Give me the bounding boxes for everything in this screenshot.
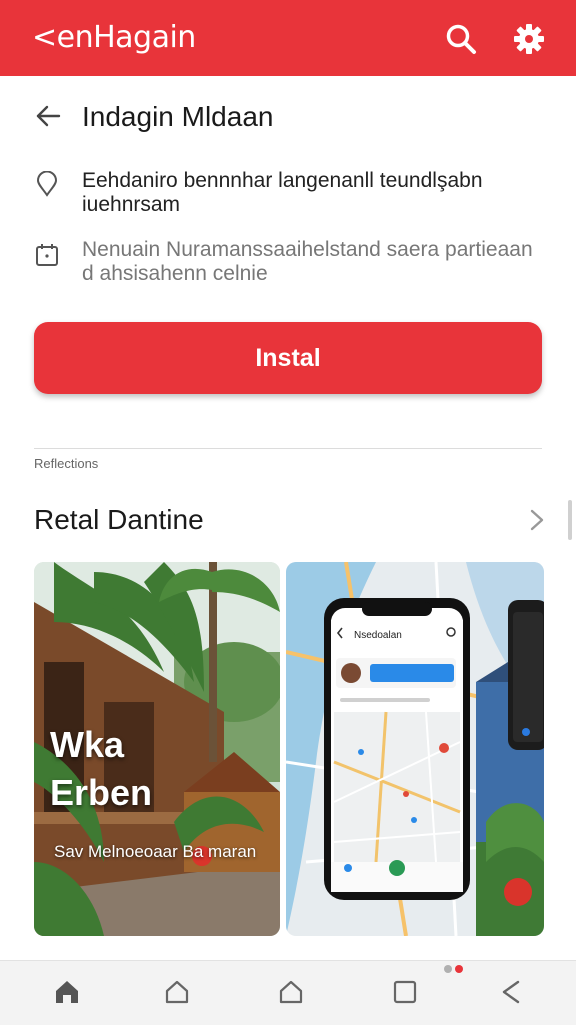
phone-header-text: Nsedoalan	[354, 630, 402, 641]
calendar-line-2: d ahsisahenn celnie	[82, 262, 268, 285]
section-title[interactable]: Retal Dantine	[34, 504, 204, 536]
location-pin-icon	[36, 171, 58, 197]
app-name: Indagin Mldaan	[82, 101, 274, 132]
map-phone-photo	[286, 562, 544, 936]
install-button[interactable]: Instal	[34, 322, 542, 394]
square-icon[interactable]	[390, 977, 420, 1007]
location-line-2: iuehnrsam	[82, 193, 181, 216]
overlay-subtitle: Sav Melnoeoaar Ba maran	[54, 842, 257, 861]
home-outline-icon[interactable]	[162, 977, 192, 1007]
back-icon[interactable]	[496, 977, 526, 1007]
gear-icon[interactable]	[512, 22, 546, 56]
overlay-title-line-1: Wka	[50, 724, 125, 765]
scrollbar[interactable]	[568, 500, 572, 540]
divider	[34, 448, 542, 449]
home-outline-icon[interactable]	[276, 977, 306, 1007]
location-line-1: Eehdaniro bennnhar langenanll teundlşabn	[82, 169, 483, 192]
calendar-line-1: Nenuain Nuramanssaaihelstand saera parti…	[82, 238, 533, 261]
chevron-right-icon[interactable]	[524, 506, 550, 534]
calendar-icon	[36, 244, 58, 266]
section-label: Reflections	[34, 456, 99, 471]
app-bar: <enHagain	[0, 0, 576, 76]
indicator-dot	[444, 965, 452, 973]
calendar-text: Nenuain Nuramanssaaihelstand saera parti…	[82, 238, 552, 286]
screenshot-1[interactable]: Wka Erben Sav Melnoeoaar Ba maran	[34, 562, 280, 936]
bottom-navigation-bar	[0, 960, 576, 1025]
screenshot-2[interactable]: Nsedoalan	[286, 562, 544, 936]
overlay-title-line-2: Erben	[50, 772, 153, 813]
home-icon[interactable]	[52, 977, 82, 1007]
search-icon[interactable]	[444, 22, 478, 56]
indicator-dot-active	[455, 965, 463, 973]
app-bar-title[interactable]: <enHagain	[32, 20, 196, 55]
back-arrow-icon[interactable]	[34, 102, 62, 130]
location-text: Eehdaniro bennnhar langenanll teundlşabn…	[82, 169, 552, 217]
